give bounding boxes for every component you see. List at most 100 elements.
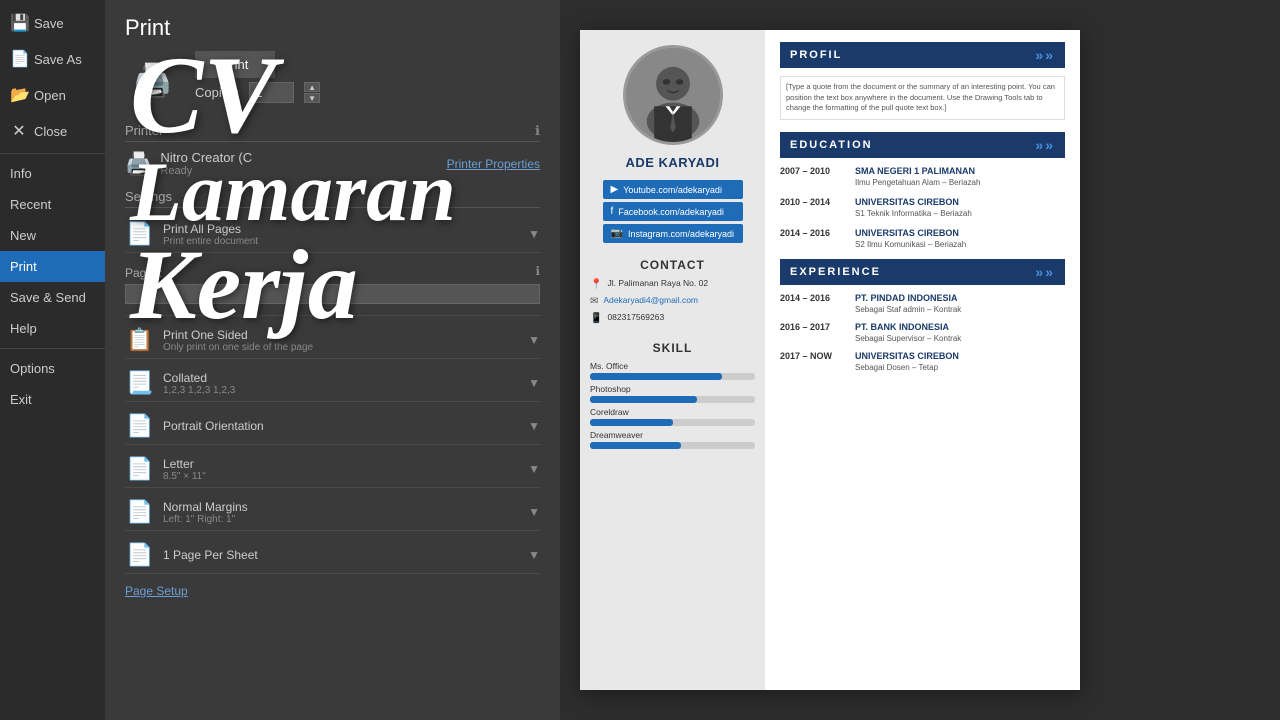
cv-skill-msoffice: Ms. Office [590,361,755,380]
save-icon: 💾 [10,13,28,33]
cv-exp-2: 2016 – 2017 PT. BANK INDONESIA Sebagai S… [780,322,1065,343]
cv-skill-dreamweaver: Dreamweaver [590,430,755,449]
printer-info: Nitro Creator (C Ready [160,150,252,177]
cv-skill-photoshop: Photoshop [590,384,755,403]
copies-input[interactable] [249,82,294,103]
printer-row: 🖨️ Nitro Creator (C Ready Printer Proper… [125,150,540,177]
cv-skill-bar-coreldraw [590,419,673,426]
orientation-row[interactable]: 📄 Portrait Orientation ▼ [125,408,540,445]
cv-facebook: f Facebook.com/adekaryadi [603,202,743,221]
print-all-pages-arrow: ▼ [528,227,540,241]
paper-size-row[interactable]: 📄 Letter 8.5" × 11" ▼ [125,451,540,488]
cv-skill-bar-dreamweaver [590,442,681,449]
cv-skill-coreldraw: Coreldraw [590,407,755,426]
sidebar-item-save[interactable]: 💾 Save [0,5,105,41]
close-icon: ✕ [10,121,28,141]
collated-arrow: ▼ [528,376,540,390]
cv-edu-3: 2014 – 2016 UNIVERSITAS CIREBON S2 Ilmu … [780,228,1065,249]
margins-row[interactable]: 📄 Normal Margins Left: 1" Right: 1" ▼ [125,494,540,531]
pages-info-icon[interactable]: ℹ [535,264,540,278]
printer-small-icon: 🖨️ [125,151,152,177]
cv-contact-title: CONTACT [640,258,705,272]
cv-photo [623,45,723,145]
print-button-area: Print Copies: ▲ ▼ [195,51,320,108]
address-icon: 📍 [590,279,602,290]
printer-section-title: Printer ℹ [125,123,540,142]
sidebar-item-print[interactable]: Print [0,251,105,282]
copies-row: Copies: ▲ ▼ [195,82,320,103]
facebook-icon: f [611,206,614,217]
cv-address: 📍 Jl. Palimanan Raya No. 02 [590,278,755,290]
youtube-icon: ▶ [611,184,619,195]
copies-up-button[interactable]: ▲ [304,82,320,92]
pages-per-sheet-icon: 📄 [125,542,155,568]
paper-size-arrow: ▼ [528,462,540,476]
cv-youtube: ▶ Youtube.com/adekaryadi [603,180,743,199]
print-title: Print [125,15,540,41]
instagram-icon: 📷 [611,228,623,239]
margins-arrow: ▼ [528,505,540,519]
orientation-label: Portrait Orientation [163,419,520,433]
settings-section-title: Settings [125,189,540,208]
copies-down-button[interactable]: ▼ [304,93,320,103]
pages-row: Pages: ℹ [125,259,540,316]
copies-label: Copies: [195,85,239,100]
cv-photo-svg [626,45,720,145]
sidebar-item-close[interactable]: ✕ Close [0,113,105,149]
orientation-arrow: ▼ [528,419,540,433]
collated-icon: 📃 [125,370,155,396]
sidebar-item-open[interactable]: 📂 Open [0,77,105,113]
cv-exp-1: 2014 – 2016 PT. PINDAD INDONESIA Sebagai… [780,293,1065,314]
cv-skill-title: SKILL [653,341,693,355]
pages-per-sheet-arrow: ▼ [528,548,540,562]
cv-education-header: EDUCATION [780,132,1065,158]
printer-properties-button[interactable]: Printer Properties [447,157,540,171]
print-all-pages-label: Print All Pages [163,222,520,236]
one-sided-label: Print One Sided [163,328,520,342]
cv-email: ✉ Adekaryadi4@gmail.com [590,295,755,307]
printer-status: Ready [160,165,252,177]
sidebar-item-recent[interactable]: Recent [0,189,105,220]
print-button[interactable]: Print [195,51,275,78]
phone-icon: 📱 [590,313,602,324]
collated-row[interactable]: 📃 Collated 1,2,3 1,2,3 1,2,3 ▼ [125,365,540,402]
paper-size-label: Letter [163,457,520,471]
one-sided-icon: 📋 [125,327,155,353]
cv-instagram: 📷 Instagram.com/adekaryadi [603,224,743,243]
margins-icon: 📄 [125,499,155,525]
cv-name: ADE KARYADI [625,155,719,170]
save-as-icon: 📄 [10,49,28,69]
collated-label: Collated [163,371,520,385]
copies-spinner: ▲ ▼ [304,82,320,103]
print-action-row: 🖨️ Print Copies: ▲ ▼ [125,51,540,108]
sidebar-item-info[interactable]: Info [0,158,105,189]
cv-profil-header: PROFIL [780,42,1065,68]
cv-right-column: PROFIL [Type a quote from the document o… [765,30,1080,690]
sidebar-item-save-as[interactable]: 📄 Save As [0,41,105,77]
pages-per-sheet-label: 1 Page Per Sheet [163,548,520,562]
page-setup-button[interactable]: Page Setup [125,584,188,598]
one-sided-row[interactable]: 📋 Print One Sided Only print on one side… [125,322,540,359]
open-icon: 📂 [10,85,28,105]
printer-name: Nitro Creator (C [160,150,252,165]
sidebar-item-new[interactable]: New [0,220,105,251]
cv-experience-header: EXPERIENCE [780,259,1065,285]
paper-size-icon: 📄 [125,456,155,482]
cv-preview: ADE KARYADI ▶ Youtube.com/adekaryadi f F… [580,30,1080,690]
sidebar-item-save-send[interactable]: Save & Send [0,282,105,313]
cv-profil-text: [Type a quote from the document or the s… [780,76,1065,120]
sidebar-item-help[interactable]: Help [0,313,105,344]
cv-phone: 📱 082317569263 [590,312,755,324]
sidebar-item-options[interactable]: Options [0,353,105,384]
sidebar-item-exit[interactable]: Exit [0,384,105,415]
print-all-pages-row[interactable]: 📄 Print All Pages Print entire document … [125,216,540,253]
printer-icon-large: 🖨️ [125,52,180,107]
orientation-icon: 📄 [125,413,155,439]
sidebar: 💾 Save 📄 Save As 📂 Open ✕ Close Info Rec… [0,0,105,720]
printer-info-icon[interactable]: ℹ [535,123,540,139]
pages-per-sheet-row[interactable]: 📄 1 Page Per Sheet ▼ [125,537,540,574]
cv-skill-bar-photoshop [590,396,697,403]
pages-input[interactable] [125,284,540,304]
cv-edu-2: 2010 – 2014 UNIVERSITAS CIREBON S1 Tekni… [780,197,1065,218]
one-sided-arrow: ▼ [528,333,540,347]
